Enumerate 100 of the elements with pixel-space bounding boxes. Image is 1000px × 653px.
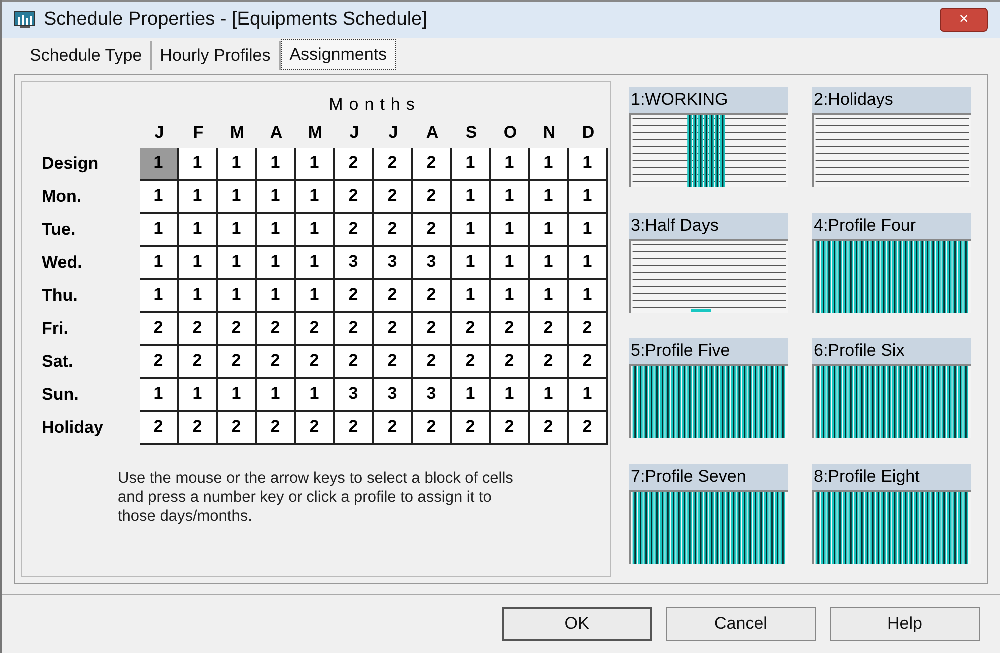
grid-cell[interactable]: 1 — [491, 246, 530, 280]
grid-cell[interactable]: 2 — [374, 312, 413, 346]
grid-cell[interactable]: 2 — [530, 412, 569, 444]
grid-cell[interactable]: 1 — [491, 280, 530, 312]
grid-cell[interactable]: 1 — [218, 214, 257, 246]
close-button[interactable]: × — [940, 8, 988, 32]
grid-cell[interactable]: 1 — [179, 378, 218, 412]
grid-cell[interactable]: 2 — [374, 180, 413, 214]
grid-cell[interactable]: 1 — [530, 180, 569, 214]
grid-cell[interactable]: 1 — [569, 378, 608, 412]
grid-cell[interactable]: 3 — [374, 246, 413, 280]
grid-cell[interactable]: 1 — [569, 180, 608, 214]
grid-cell[interactable]: 3 — [374, 378, 413, 412]
grid-cell[interactable]: 1 — [491, 378, 530, 412]
grid-cell[interactable]: 1 — [257, 180, 296, 214]
profile-card[interactable]: 1:WORKING — [629, 87, 788, 200]
grid-cell[interactable]: 1 — [452, 378, 491, 412]
grid-cell[interactable]: 1 — [296, 180, 335, 214]
profile-card[interactable]: 4:Profile Four — [812, 212, 971, 326]
grid-cell[interactable]: 3 — [335, 246, 374, 280]
grid-cell[interactable]: 1 — [569, 280, 608, 312]
grid-cell[interactable]: 1 — [452, 214, 491, 246]
grid-cell[interactable]: 1 — [218, 246, 257, 280]
grid-cell[interactable]: 1 — [179, 148, 218, 180]
grid-cell[interactable]: 2 — [413, 280, 452, 312]
grid-cell[interactable]: 1 — [140, 148, 179, 180]
grid-cell[interactable]: 2 — [374, 280, 413, 312]
grid-cell[interactable]: 1 — [140, 214, 179, 246]
grid-cell[interactable]: 2 — [140, 312, 179, 346]
grid-cell[interactable]: 1 — [530, 214, 569, 246]
grid-cell[interactable]: 1 — [452, 148, 491, 180]
grid-cell[interactable]: 1 — [257, 148, 296, 180]
grid-cell[interactable]: 2 — [413, 346, 452, 378]
grid-cell[interactable]: 1 — [257, 280, 296, 312]
grid-cell[interactable]: 1 — [491, 214, 530, 246]
grid-cell[interactable]: 2 — [179, 312, 218, 346]
grid-cell[interactable]: 2 — [569, 412, 608, 444]
dialog-button[interactable]: Help — [830, 607, 980, 641]
grid-cell[interactable]: 2 — [296, 412, 335, 444]
grid-cell[interactable]: 1 — [218, 180, 257, 214]
grid-cell[interactable]: 2 — [218, 312, 257, 346]
grid-cell[interactable]: 2 — [296, 312, 335, 346]
grid-cell[interactable]: 1 — [140, 246, 179, 280]
grid-cell[interactable]: 1 — [218, 378, 257, 412]
dialog-button[interactable]: Cancel — [666, 607, 816, 641]
grid-cell[interactable]: 2 — [374, 148, 413, 180]
grid-cell[interactable]: 2 — [530, 312, 569, 346]
grid-cell[interactable]: 1 — [530, 378, 569, 412]
grid-cell[interactable]: 2 — [140, 346, 179, 378]
profile-card[interactable]: 6:Profile Six — [812, 338, 971, 452]
grid-cell[interactable]: 1 — [491, 180, 530, 214]
tab[interactable]: Schedule Type — [22, 40, 152, 70]
grid-cell[interactable]: 1 — [218, 148, 257, 180]
grid-cell[interactable]: 1 — [530, 246, 569, 280]
grid-cell[interactable]: 2 — [374, 412, 413, 444]
grid-cell[interactable]: 2 — [257, 346, 296, 378]
grid-cell[interactable]: 2 — [335, 214, 374, 246]
grid-cell[interactable]: 1 — [179, 280, 218, 312]
grid-cell[interactable]: 1 — [452, 280, 491, 312]
grid-cell[interactable]: 2 — [335, 148, 374, 180]
grid-cell[interactable]: 2 — [452, 412, 491, 444]
grid-cell[interactable]: 1 — [296, 148, 335, 180]
grid-cell[interactable]: 2 — [413, 180, 452, 214]
grid-cell[interactable]: 1 — [296, 280, 335, 312]
grid-cell[interactable]: 1 — [569, 148, 608, 180]
grid-cell[interactable]: 1 — [140, 180, 179, 214]
grid-cell[interactable]: 1 — [257, 214, 296, 246]
grid-cell[interactable]: 1 — [452, 180, 491, 214]
grid-cell[interactable]: 2 — [218, 412, 257, 444]
grid-cell[interactable]: 1 — [296, 246, 335, 280]
grid-cell[interactable]: 1 — [179, 246, 218, 280]
grid-cell[interactable]: 2 — [335, 346, 374, 378]
grid-cell[interactable]: 1 — [257, 378, 296, 412]
grid-cell[interactable]: 2 — [140, 412, 179, 444]
grid-cell[interactable]: 2 — [491, 346, 530, 378]
grid-cell[interactable]: 1 — [452, 246, 491, 280]
grid-cell[interactable]: 2 — [179, 412, 218, 444]
dialog-button[interactable]: OK — [502, 607, 652, 641]
grid-cell[interactable]: 2 — [335, 312, 374, 346]
profile-card[interactable]: 8:Profile Eight — [812, 464, 971, 577]
grid-cell[interactable]: 2 — [335, 412, 374, 444]
grid-cell[interactable]: 2 — [569, 312, 608, 346]
grid-cell[interactable]: 2 — [491, 412, 530, 444]
grid-cell[interactable]: 2 — [296, 346, 335, 378]
grid-cell[interactable]: 3 — [413, 378, 452, 412]
grid-cell[interactable]: 1 — [218, 280, 257, 312]
grid-cell[interactable]: 2 — [569, 346, 608, 378]
grid-cell[interactable]: 2 — [413, 214, 452, 246]
grid-cell[interactable]: 1 — [569, 214, 608, 246]
grid-cell[interactable]: 2 — [413, 148, 452, 180]
tab[interactable]: Assignments — [280, 38, 396, 70]
grid-cell[interactable]: 1 — [257, 246, 296, 280]
grid-cell[interactable]: 1 — [491, 148, 530, 180]
grid-cell[interactable]: 2 — [218, 346, 257, 378]
grid-cell[interactable]: 2 — [530, 346, 569, 378]
grid-cell[interactable]: 3 — [413, 246, 452, 280]
grid-cell[interactable]: 1 — [179, 180, 218, 214]
grid-cell[interactable]: 2 — [179, 346, 218, 378]
grid-cell[interactable]: 1 — [530, 280, 569, 312]
grid-cell[interactable]: 2 — [257, 312, 296, 346]
